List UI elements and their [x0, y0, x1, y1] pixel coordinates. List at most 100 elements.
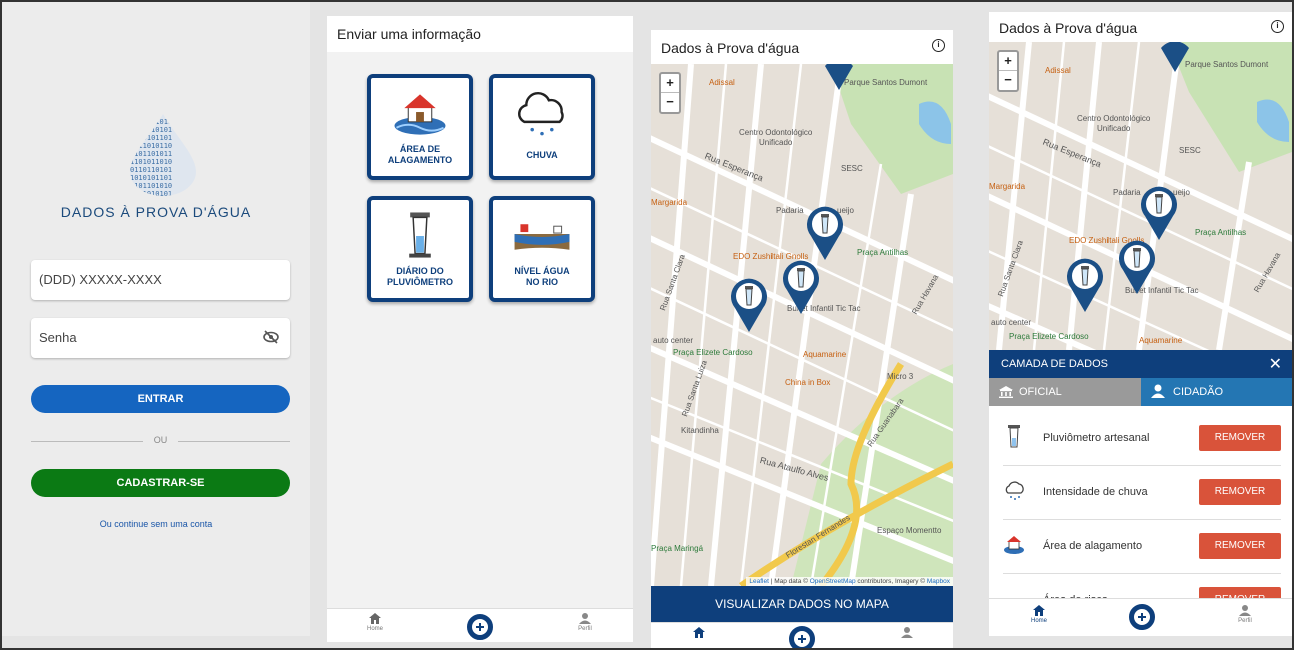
map-label: Centro Odontológico: [739, 128, 813, 137]
tab-citizen-label: CIDADÃO: [1173, 386, 1224, 398]
remove-button[interactable]: REMOVER: [1199, 533, 1281, 559]
map-label: Micro 3: [887, 372, 914, 381]
rain-cloud-icon: [518, 91, 564, 136]
map-label: auto center: [991, 318, 1032, 327]
view-data-on-map-button[interactable]: VISUALIZAR DADOS NO MAPA: [651, 586, 953, 622]
rain-gauge-marker-icon[interactable]: [1065, 256, 1105, 312]
nav-home[interactable]: [679, 627, 719, 640]
zoom-out-button[interactable]: −: [999, 71, 1017, 90]
rain-gauge-diary-card[interactable]: DIÁRIO DO PLUVIÔMETRO: [367, 196, 473, 302]
water-drop-logo-icon: 01011010101010110101 0110101101101101011…: [130, 114, 196, 196]
layer-row: Pluviômetro artesanal REMOVER: [1003, 412, 1281, 466]
remove-button[interactable]: REMOVER: [1199, 425, 1281, 451]
map-view[interactable]: Adissal Parque Santos Dumont Centro Odon…: [989, 42, 1292, 350]
info-icon[interactable]: i: [1271, 20, 1284, 33]
svg-text:1011010101: 1011010101: [130, 190, 172, 196]
map-label: Margarida: [989, 182, 1026, 191]
map-attribution: Leaflet | Map data © OpenStreetMap contr…: [746, 577, 953, 586]
rain-gauge-marker-icon[interactable]: [1155, 42, 1195, 72]
map-label: Praça Maringá: [651, 544, 704, 553]
rain-gauge-marker-icon[interactable]: [805, 204, 845, 260]
password-input[interactable]: Senha: [31, 318, 290, 358]
map-tiles: [651, 64, 953, 586]
nav-profile[interactable]: Perfil: [1225, 605, 1265, 624]
phone-placeholder: (DDD) XXXXX-XXXX: [39, 272, 162, 287]
card-label-line1: ÁREA DE: [399, 144, 441, 154]
nav-profile-label: Perfil: [578, 626, 592, 632]
continue-without-account-link[interactable]: Ou continue sem uma conta: [2, 519, 310, 529]
rain-gauge-marker-icon[interactable]: [729, 276, 769, 332]
svg-text:0101101010: 0101101010: [130, 118, 172, 126]
home-icon: [1033, 605, 1045, 616]
zoom-out-button[interactable]: −: [661, 93, 679, 112]
zoom-control: + −: [997, 50, 1019, 92]
attribution-text: | Map data ©: [768, 578, 810, 585]
map-label: Praça Antilhas: [857, 248, 909, 257]
nav-home[interactable]: Home: [1019, 605, 1059, 624]
add-report-button[interactable]: [789, 626, 815, 650]
nav-home[interactable]: Home: [355, 613, 395, 632]
flooded-house-icon: [394, 94, 446, 135]
map-title: Dados à Prova d'água: [999, 20, 1138, 36]
map-view[interactable]: Adissal Parque Santos Dumont Centro Odon…: [651, 64, 953, 586]
map-label: Kitandinha: [681, 426, 719, 435]
person-icon: [1151, 384, 1165, 398]
zoom-control: + −: [659, 72, 681, 114]
svg-text:1010110101: 1010110101: [130, 126, 172, 134]
svg-text:0101101010: 0101101010: [130, 182, 172, 190]
layer-name: Pluviômetro artesanal: [1043, 432, 1150, 444]
nav-home-label: Home: [1030, 618, 1047, 624]
svg-text:0110101101: 0110101101: [130, 134, 172, 142]
rain-card[interactable]: CHUVA: [489, 74, 595, 180]
add-report-button[interactable]: [1129, 604, 1155, 630]
tab-official[interactable]: OFICIAL: [989, 378, 1141, 406]
phone-input[interactable]: (DDD) XXXXX-XXXX: [31, 260, 290, 300]
data-layer-panel-header: CAMADA DE DADOS ✕: [989, 350, 1292, 378]
rain-gauge-marker-icon[interactable]: [819, 64, 859, 90]
mapbox-link[interactable]: Mapbox: [927, 578, 950, 585]
map-label: Aquamarine: [1139, 336, 1183, 345]
card-label-line2: NO RIO: [525, 277, 558, 287]
password-placeholder: Senha: [39, 330, 77, 345]
tab-citizen[interactable]: CIDADÃO: [1141, 378, 1292, 406]
layer-name: Intensidade de chuva: [1043, 486, 1148, 498]
rain-gauge-marker-icon[interactable]: [1117, 238, 1157, 294]
card-label-line1: NÍVEL ÁGUA: [514, 266, 570, 276]
register-button[interactable]: CADASTRAR-SE: [31, 469, 290, 497]
panel-title: CAMADA DE DADOS: [1001, 358, 1108, 370]
leaflet-link[interactable]: Leaflet: [749, 578, 769, 585]
hide-password-icon[interactable]: [262, 328, 280, 346]
svg-text:1011010110: 1011010110: [130, 142, 172, 150]
info-icon[interactable]: i: [932, 39, 945, 52]
map-label: Praça Elizete Cardoso: [673, 348, 753, 357]
or-divider: OU: [31, 435, 290, 447]
map-label: EDO Zushi: [1069, 236, 1109, 245]
nav-profile[interactable]: Perfil: [565, 613, 605, 632]
map-label: Praça Antilhas: [1195, 228, 1247, 237]
rain-cloud-icon: [1005, 481, 1024, 500]
rain-gauge-marker-icon[interactable]: [781, 258, 821, 314]
map-label: Padaria: [1113, 188, 1141, 197]
rain-gauge-marker-icon[interactable]: [1139, 184, 1179, 240]
flood-area-card[interactable]: ÁREA DE ALAGAMENTO: [367, 74, 473, 180]
attribution-text: contributors, Imagery ©: [855, 578, 927, 585]
osm-link[interactable]: OpenStreetMap: [810, 578, 856, 585]
map-label: EDO Zushi: [733, 252, 773, 261]
nav-profile[interactable]: [887, 627, 927, 640]
map-screen: Dados à Prova d'água i Adissal Parque San…: [651, 30, 953, 650]
map-label: Centro Odontológico: [1077, 114, 1151, 123]
remove-button[interactable]: REMOVER: [1199, 479, 1281, 505]
map-label: SESC: [1179, 146, 1201, 155]
river-level-card[interactable]: NÍVEL ÁGUA NO RIO: [489, 196, 595, 302]
enter-button[interactable]: ENTRAR: [31, 385, 290, 413]
close-icon[interactable]: ✕: [1269, 354, 1282, 374]
app-brand-name: DADOS À PROVA D'ÁGUA: [60, 204, 252, 220]
bottom-nav: [651, 622, 953, 650]
map-label: Praça Elizete Cardoso: [1009, 332, 1089, 341]
zoom-in-button[interactable]: +: [999, 52, 1017, 71]
zoom-in-button[interactable]: +: [661, 74, 679, 93]
add-report-button[interactable]: [467, 614, 493, 640]
rain-gauge-icon: [409, 212, 431, 258]
home-icon: [369, 613, 381, 624]
map-label: Unificado: [1097, 124, 1131, 133]
